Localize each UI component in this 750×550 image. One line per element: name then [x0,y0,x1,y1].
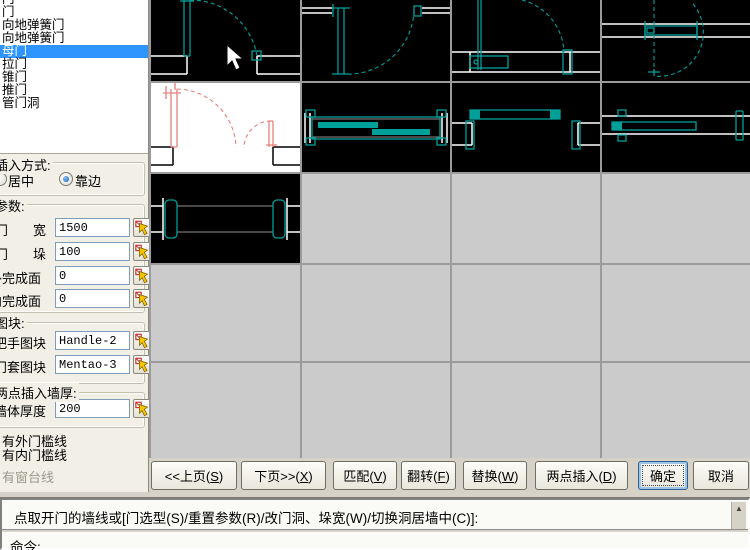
door-pier-label: 垛 [33,244,46,263]
radio-edge[interactable] [59,172,73,186]
handle-block-label: 把手图块 [0,333,46,352]
two-point-insert-button[interactable]: 两点插入(D) [535,461,628,490]
door-type-list: 门 门 向地弹簧门 向地弹簧门 母门 拉门 锥门 推门 管门洞 [0,0,148,154]
swing-sliding-door-drawing [452,0,600,81]
single-sliding-door-drawing [452,83,600,172]
empty-grid-cell [602,265,750,361]
window-sill-checkbox-label: 有窗台线 [2,467,54,486]
empty-grid-cell [151,363,300,458]
door-preview-tile[interactable] [151,174,300,263]
door-preview-tile[interactable] [452,0,600,81]
swing-door-drawing [302,0,450,81]
mouse-cursor-icon [226,44,244,72]
insert-mode-group-label: 插入方式: [0,155,53,174]
pivot-door-drawing [602,0,750,81]
door-preview-tile[interactable] [302,0,450,81]
replace-button[interactable]: 替换(W) [463,461,527,490]
double-sliding-door-drawing [302,83,450,172]
door-preview-tile[interactable] [602,0,750,81]
empty-grid-cell [452,174,600,263]
door-type-item[interactable]: 管门洞 [0,97,148,110]
door-pier-input[interactable] [55,242,130,261]
command-window-divider [2,529,748,533]
flip-button[interactable]: 翻转(F) [401,461,456,490]
ok-button[interactable]: 确定 [638,461,688,490]
empty-grid-cell [452,363,600,458]
empty-grid-cell [602,363,750,458]
door-preview-tile[interactable] [452,83,600,172]
parameters-group-label: 参数: [0,196,27,215]
next-page-button[interactable]: 下页>>(X) [241,461,326,490]
cancel-button[interactable]: 取消 [693,461,749,490]
blocks-group-label: 图块: [0,313,27,332]
wall-thickness-label: 墙体厚度 [0,401,46,420]
inner-finish-input[interactable] [55,289,130,308]
prev-page-button[interactable]: <<上页(S) [151,461,237,490]
inner-finish-label: 完成面 [2,291,41,310]
dialog-button-strip: <<上页(S) 下页>>(X) 匹配(V) 翻转(F) 替换(W) 两点插入(D… [149,458,750,492]
empty-grid-cell [302,265,450,361]
handle-block-input[interactable] [55,331,130,350]
wall-sliding-door-drawing [602,83,750,172]
empty-grid-cell [302,363,450,458]
outer-finish-input[interactable] [55,266,130,285]
door-pier-prefix: 门 [0,244,8,263]
command-input-line[interactable]: 命令: [4,533,41,550]
door-insert-dialog: 门 门 向地弹簧门 向地弹簧门 母门 拉门 锥门 推门 管门洞 插入方式: 居中… [0,0,750,550]
match-button[interactable]: 匹配(V) [333,461,397,490]
inner-threshold-checkbox-label[interactable]: 有内门槛线 [2,445,67,464]
door-width-prefix: 门 [0,220,8,239]
frame-block-input[interactable] [55,355,130,374]
command-prompt-line: 点取开门的墙线或[门选型(S)/重置参数(R)/改门洞、垛宽(W)/切换洞居墙中… [4,502,731,529]
empty-grid-cell [151,265,300,361]
command-window: 点取开门的墙线或[门选型(S)/重置参数(R)/改门洞、垛宽(W)/切换洞居墙中… [0,498,750,550]
door-opening-drawing [151,174,300,263]
empty-grid-cell [452,265,600,361]
door-width-label: 宽 [33,220,46,239]
unequal-double-door-drawing [151,83,300,172]
outer-finish-label: 完成面 [2,268,41,287]
radio-edge-label[interactable]: 靠边 [75,171,101,190]
left-settings-panel: 门 门 向地弹簧门 向地弹簧门 母门 拉门 锥门 推门 管门洞 插入方式: 居中… [0,0,149,492]
frame-block-label: 门套图块 [0,357,46,376]
wall-thickness-group-label: 两点插入墙厚: [0,383,79,402]
scrollbar-up-button[interactable]: ▲ [731,502,746,529]
door-width-input[interactable] [55,218,130,237]
door-preview-tile[interactable] [602,83,750,172]
empty-grid-cell [602,174,750,263]
door-preview-tile[interactable] [302,83,450,172]
door-preview-tile-selected[interactable] [151,83,300,172]
empty-grid-cell [302,174,450,263]
